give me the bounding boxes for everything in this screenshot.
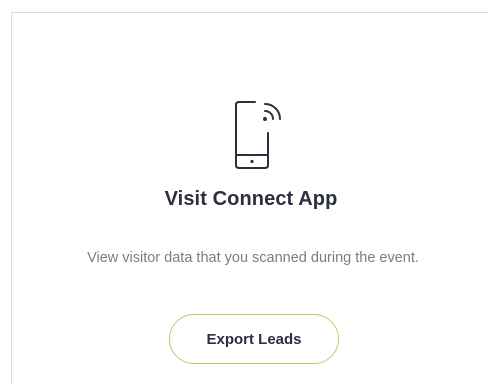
export-leads-button[interactable]: Export Leads [169, 314, 339, 364]
mobile-phone-signal-icon [233, 99, 285, 171]
card-title: Visit Connect App [164, 188, 338, 210]
connect-app-card: Visit Connect App View visitor data that… [11, 12, 489, 385]
card-description: View visitor data that you scanned durin… [87, 250, 419, 266]
